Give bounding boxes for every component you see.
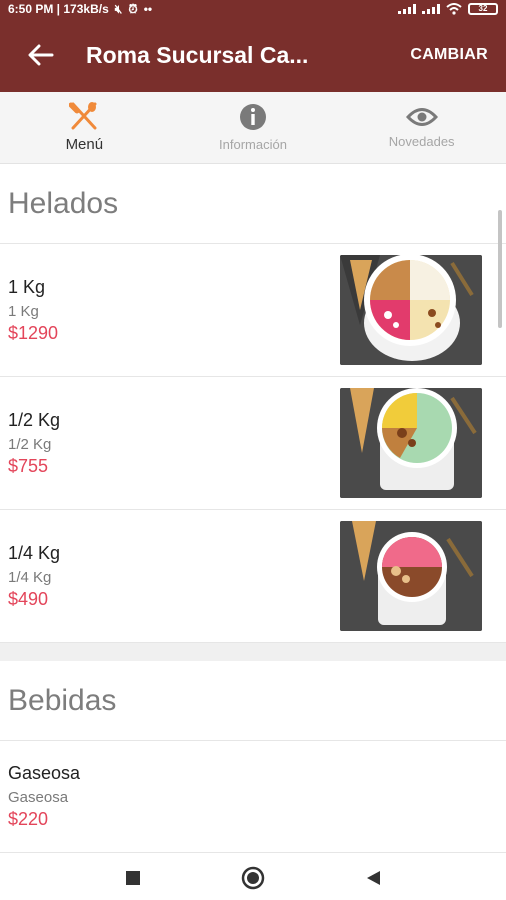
back-nav-button[interactable]	[358, 863, 388, 893]
eye-icon	[405, 108, 438, 126]
tab-label-menu: Menú	[65, 136, 104, 153]
product-description: Gaseosa	[8, 789, 69, 806]
home-button[interactable]	[238, 863, 268, 893]
product-name: 1/4 Kg	[8, 542, 61, 563]
more-dots-icon: ••	[143, 2, 153, 16]
product-price: $490	[8, 588, 49, 609]
list-item[interactable]: 1 Kg 1 Kg $1290	[0, 244, 506, 377]
status-bar: 6:50 PM | 173kB/s 🔇︎ ⏰︎ •• 32	[0, 0, 506, 18]
back-button[interactable]	[16, 30, 66, 80]
circle-icon	[241, 866, 265, 890]
list-item[interactable]: 1/2 Kg 1/2 Kg $755	[0, 377, 506, 510]
product-price: $1290	[8, 322, 59, 343]
recents-button[interactable]	[118, 863, 148, 893]
status-time: 6:50 PM | 173kB/s	[8, 2, 109, 16]
section-header-helados: Helados	[0, 164, 506, 244]
mute-icon: 🔇︎	[114, 1, 123, 16]
alarm-icon: ⏰︎	[128, 1, 138, 16]
product-price: $220	[8, 809, 49, 829]
square-icon	[126, 871, 140, 885]
product-description: 1/4 Kg	[8, 568, 52, 586]
product-name: Gaseosa	[8, 763, 81, 783]
signal-icon	[398, 4, 416, 14]
tab-informacion[interactable]: Información	[169, 92, 338, 163]
signal-icon-2	[422, 4, 440, 14]
product-price: $755	[8, 455, 49, 476]
section-header-bebidas: Bebidas	[0, 661, 506, 741]
tab-menu[interactable]: Menú	[0, 92, 169, 163]
list-item[interactable]: 1/4 Kg 1/4 Kg $490	[0, 510, 506, 643]
system-nav-bar	[0, 856, 506, 900]
product-image	[340, 255, 482, 365]
page-title: Roma Sucursal Ca...	[86, 41, 309, 68]
change-branch-button[interactable]: CAMBIAR	[410, 46, 488, 64]
back-triangle-icon	[367, 871, 380, 885]
tab-label-informacion: Información	[219, 137, 287, 152]
product-name: 1/2 Kg	[8, 409, 61, 430]
section-divider	[0, 643, 506, 661]
scrollbar[interactable]	[498, 210, 502, 328]
app-bar: Roma Sucursal Ca... CAMBIAR	[0, 18, 506, 92]
wifi-icon	[446, 3, 462, 15]
tab-novedades[interactable]: Novedades	[337, 92, 506, 163]
tab-bar: Menú Información Novedades	[0, 92, 506, 164]
product-image	[340, 388, 482, 498]
tab-label-novedades: Novedades	[388, 134, 455, 149]
info-icon	[240, 104, 266, 130]
product-description: 1/2 Kg	[8, 435, 52, 453]
product-name: 1 Kg	[8, 276, 46, 297]
arrow-left-icon	[28, 44, 54, 66]
list-item[interactable]: Gaseosa Gaseosa $220	[0, 741, 506, 853]
menu-list[interactable]: Helados 1 Kg 1 Kg $1290 1/2 Kg 1/2 Kg $7…	[0, 164, 506, 856]
product-image	[340, 521, 482, 631]
fork-knife-icon	[69, 102, 97, 130]
product-description: 1 Kg	[8, 302, 39, 320]
battery-icon: 32	[468, 3, 498, 15]
